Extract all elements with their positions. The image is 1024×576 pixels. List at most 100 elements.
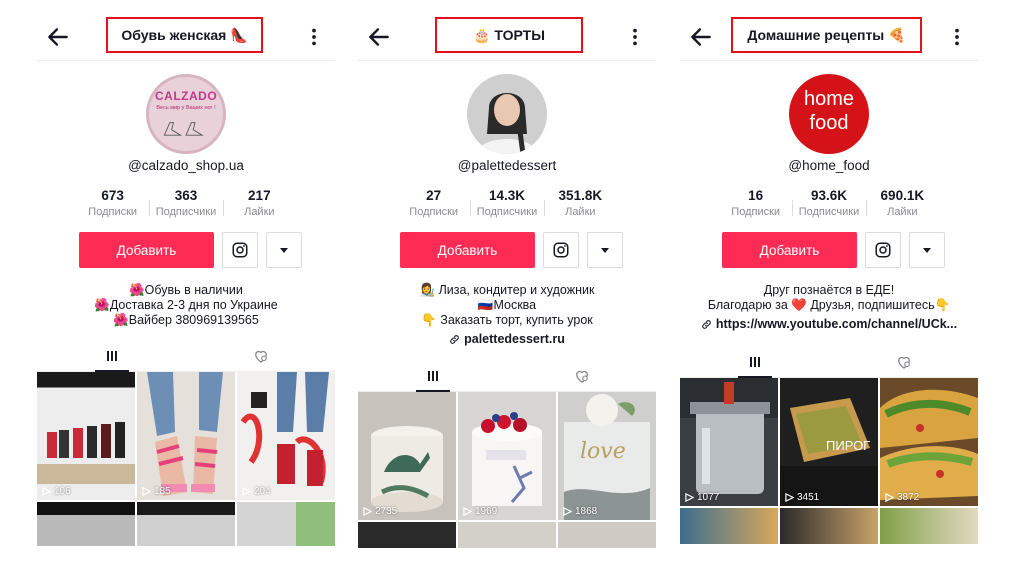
avatar-tagline: Весь мир у Ваших ног !: [156, 105, 216, 111]
action-row: Добавить: [722, 232, 945, 268]
follow-button[interactable]: Добавить: [79, 232, 214, 268]
view-count-value: 204: [254, 486, 271, 497]
bio-line: 🇷🇺Москва: [477, 298, 537, 312]
video-thumbnail[interactable]: 3872: [880, 378, 978, 506]
back-arrow-icon[interactable]: [688, 24, 714, 50]
header-bar: 🎂 ТОРТЫ: [358, 14, 656, 61]
action-row: Добавить: [400, 232, 623, 268]
bio-line: 🌺Вайбер 380969139565: [113, 313, 259, 327]
stat-likes[interactable]: 690.1K Лайки: [865, 188, 939, 218]
more-options-icon[interactable]: [946, 26, 968, 48]
play-icon: [463, 507, 472, 516]
bio: Друг познаётся в ЕДЕ! Благодарю за ❤️ Др…: [680, 283, 978, 332]
view-count: 3872: [885, 492, 919, 503]
grid-icon: [427, 371, 438, 381]
tab-videos[interactable]: [358, 361, 507, 392]
content-tabs: [358, 361, 656, 392]
stat-following-count: 27: [426, 188, 442, 203]
video-thumbnail[interactable]: [37, 502, 135, 546]
video-thumbnail[interactable]: 1969: [458, 392, 556, 520]
bio-line: 👇 Заказать торт, купить урок: [421, 313, 593, 327]
profile-link-text: palettedessert.ru: [464, 332, 565, 346]
view-count: 1969: [463, 506, 497, 517]
profile-panel-palettedessert: 🎂 ТОРТЫ @palettedessert 27 Подписки 14.3K…: [358, 0, 656, 548]
bio: 🌺Обувь в наличии 🌺Доставка 2-3 дня по Ук…: [37, 283, 335, 328]
stat-followers[interactable]: 14.3K Подписчики: [470, 188, 543, 218]
stat-following[interactable]: 673 Подписки: [76, 188, 149, 218]
profile-link[interactable]: https://www.youtube.com/channel/UCk...: [680, 317, 978, 332]
back-arrow-icon[interactable]: [45, 24, 71, 50]
stat-following[interactable]: 16 Подписки: [719, 188, 792, 218]
tab-liked[interactable]: [507, 361, 656, 391]
view-count: 1868: [563, 506, 597, 517]
video-thumbnail[interactable]: love 1868: [558, 392, 656, 520]
stat-followers-count: 363: [174, 188, 198, 203]
stat-following-count: 673: [101, 188, 124, 203]
profile-stats: 673 Подписки 363 Подписчики 217 Лайки: [76, 188, 296, 218]
pressure-cooker-image: [680, 378, 778, 494]
video-thumbnail[interactable]: [237, 502, 335, 546]
video-thumbnail[interactable]: 185: [137, 372, 235, 500]
stat-followers[interactable]: 93.6K Подписчики: [792, 188, 865, 218]
view-count: 2735: [363, 506, 397, 517]
video-thumbnail[interactable]: [780, 508, 878, 544]
avatar[interactable]: CALZADO Весь мир у Ваших ног !: [146, 74, 226, 154]
video-thumbnail[interactable]: [558, 522, 656, 548]
video-thumbnail[interactable]: [880, 508, 978, 544]
tab-videos[interactable]: [37, 341, 186, 372]
dropdown-button[interactable]: [266, 232, 302, 268]
profile-title: Домашние рецепты 🍕: [731, 17, 922, 53]
stat-likes[interactable]: 351.8K Лайки: [543, 188, 617, 218]
header-bar: Домашние рецепты 🍕: [680, 14, 978, 61]
dropdown-button[interactable]: [587, 232, 623, 268]
grid-icon: [106, 351, 117, 361]
view-count-value: 2735: [375, 506, 398, 517]
tab-videos[interactable]: [680, 347, 829, 378]
stat-likes[interactable]: 217 Лайки: [222, 188, 296, 218]
berry-cake-image: [472, 412, 542, 506]
view-count-value: 1969: [475, 506, 498, 517]
caret-down-icon: [923, 248, 931, 253]
follow-button[interactable]: Добавить: [722, 232, 857, 268]
tacos-image: [880, 389, 978, 500]
profile-stats: 16 Подписки 93.6K Подписчики 690.1K Лайки: [719, 188, 939, 218]
bio: 👩‍🎨 Лиза, кондитер и художник 🇷🇺Москва 👇…: [358, 283, 656, 347]
stat-followers[interactable]: 363 Подписчики: [149, 188, 222, 218]
back-arrow-icon[interactable]: [366, 24, 392, 50]
avatar-logo-top: home: [803, 88, 855, 110]
profile-link[interactable]: palettedessert.ru: [358, 332, 656, 347]
avatar[interactable]: home food: [789, 74, 869, 154]
avatar[interactable]: [467, 74, 547, 154]
link-icon: [702, 320, 711, 329]
video-thumbnail[interactable]: [137, 502, 235, 546]
follow-button[interactable]: Добавить: [400, 232, 535, 268]
bio-line: 🌺Доставка 2-3 дня по Украине: [94, 298, 278, 312]
dropdown-button[interactable]: [909, 232, 945, 268]
view-count: 3451: [785, 492, 819, 503]
video-thumbnail[interactable]: [680, 508, 778, 544]
video-grid: 106 185 204: [37, 372, 335, 546]
instagram-button[interactable]: [543, 232, 579, 268]
content-tabs: [680, 347, 978, 378]
video-thumbnail[interactable]: 204: [237, 372, 335, 500]
header-bar: Обувь женская 👠: [37, 14, 335, 61]
link-icon: [450, 335, 459, 344]
instagram-button[interactable]: [222, 232, 258, 268]
stat-following[interactable]: 27 Подписки: [397, 188, 470, 218]
video-thumbnail[interactable]: [358, 522, 456, 548]
video-thumbnail[interactable]: 106: [37, 372, 135, 500]
tab-liked[interactable]: [186, 341, 335, 371]
tab-liked[interactable]: [829, 347, 978, 377]
video-thumbnail[interactable]: 1077: [680, 378, 778, 506]
video-thumbnail[interactable]: ПИРОГ 3451: [780, 378, 878, 506]
view-count-value: 185: [154, 486, 171, 497]
more-options-icon[interactable]: [624, 26, 646, 48]
avatar-brand-text: CALZADO: [155, 89, 218, 103]
more-options-icon[interactable]: [303, 26, 325, 48]
video-thumbnail[interactable]: [458, 522, 556, 548]
video-thumbnail[interactable]: 2735: [358, 392, 456, 520]
profile-title: Обувь женская 👠: [106, 17, 263, 53]
instagram-button[interactable]: [865, 232, 901, 268]
play-icon: [785, 493, 794, 502]
grid-icon: [749, 357, 760, 367]
